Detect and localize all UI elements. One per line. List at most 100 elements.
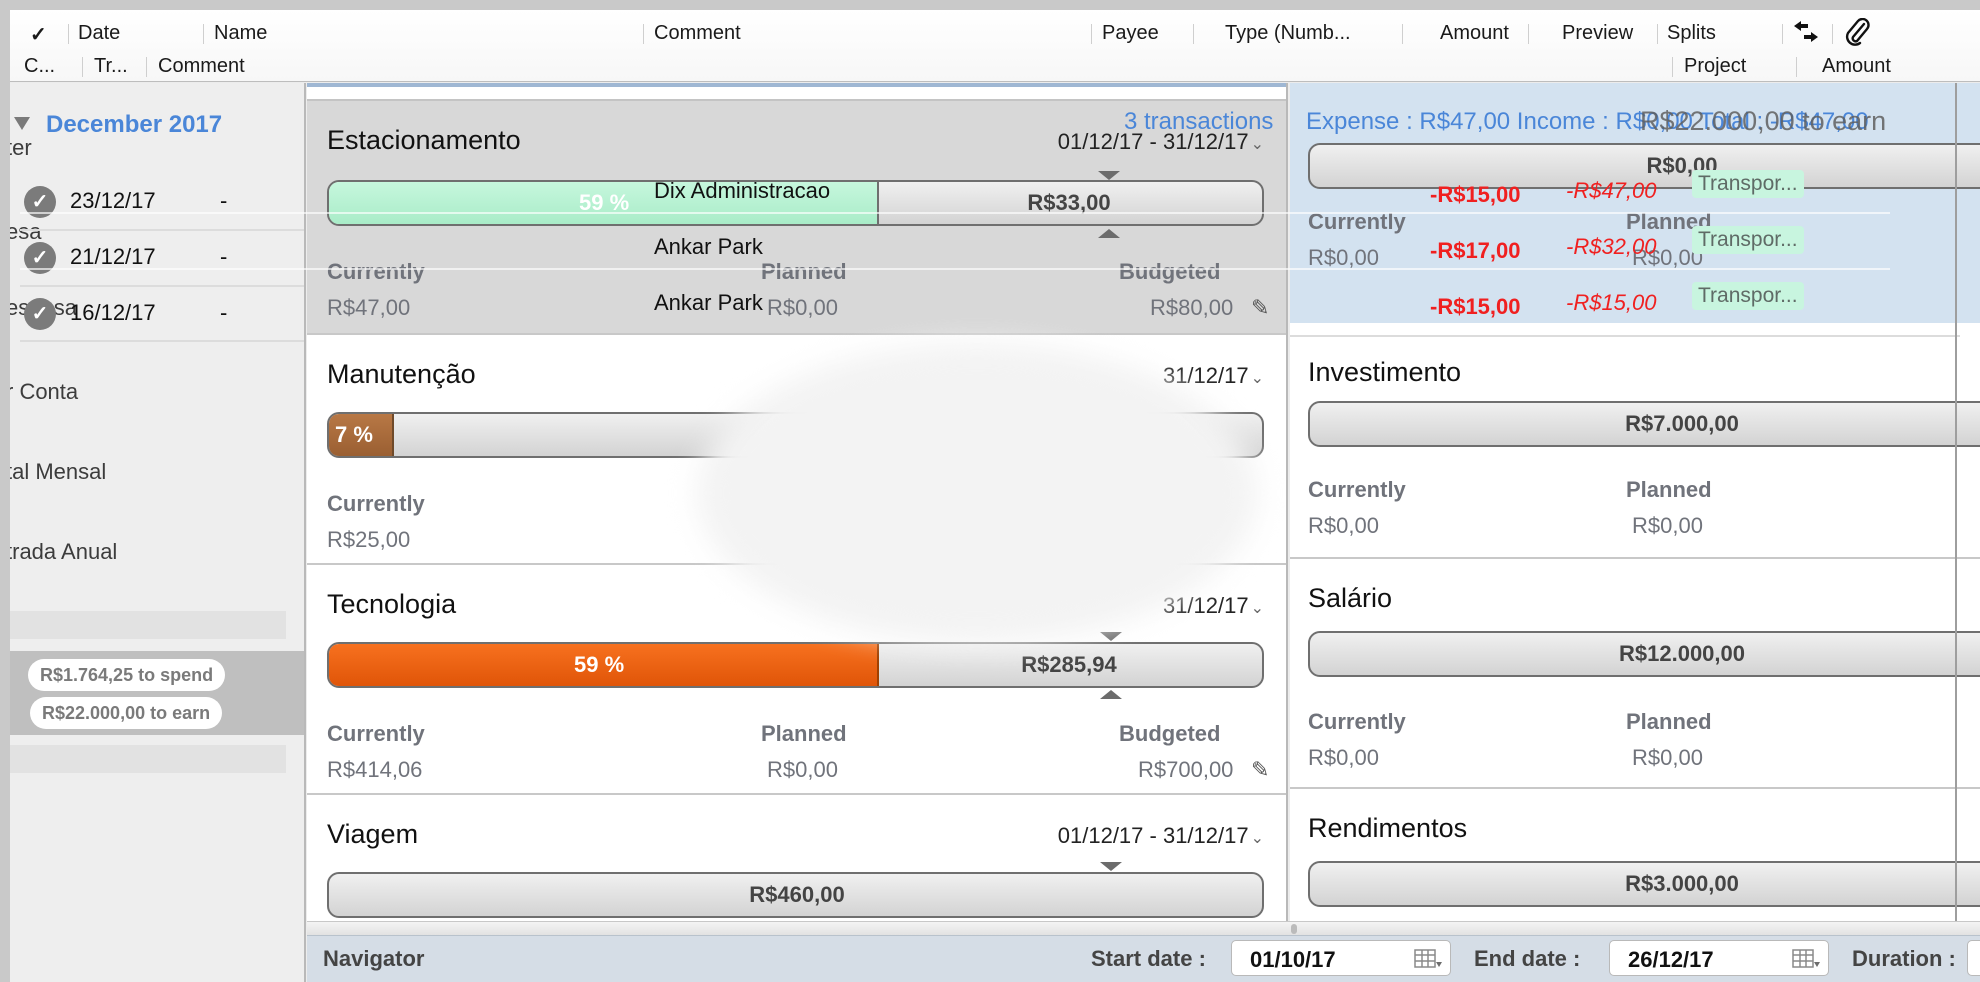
header-transaction-column[interactable]: Tr... xyxy=(94,55,128,78)
column-separator[interactable] xyxy=(1832,24,1833,44)
split-category-tag[interactable]: Transpor... xyxy=(1692,170,1804,198)
calendar-grid-icon[interactable] xyxy=(1414,949,1442,969)
header-comment-column[interactable]: Comment xyxy=(654,22,741,45)
income-card-investimento[interactable]: Investimento R$7.000,00 Currently R$0,00… xyxy=(1290,337,1980,559)
transaction-row[interactable]: ✓ 16/12/17 - xyxy=(20,285,304,339)
pencil-edit-icon[interactable]: ✎ xyxy=(1251,295,1269,321)
column-separator[interactable] xyxy=(1672,57,1673,77)
header-split-comment-column[interactable]: Comment xyxy=(158,55,245,78)
transaction-date: 16/12/17 xyxy=(70,300,156,325)
budget-card-title: Rendimentos xyxy=(1308,813,1468,843)
column-separator[interactable] xyxy=(82,57,83,77)
sidebar-item[interactable]: r Conta xyxy=(10,379,78,405)
expense-budget-panel: Estacionamento 01/12/17 - 31/12/17 ⌄ 59 %… xyxy=(307,83,1288,921)
transaction-date: 23/12/17 xyxy=(70,188,156,213)
budget-marker-bottom xyxy=(1100,690,1122,699)
budget-progress-bar[interactable]: R$7.000,00 xyxy=(1308,401,1980,447)
column-separator[interactable] xyxy=(146,57,147,77)
column-separator[interactable] xyxy=(1091,24,1092,44)
scroll-handle[interactable] xyxy=(1291,924,1297,934)
header-cleared-column[interactable]: ✓ xyxy=(30,22,47,47)
split-category-tag[interactable]: Transpor... xyxy=(1692,282,1804,310)
chevron-down-icon: ⌄ xyxy=(1250,830,1264,847)
sidebar-item[interactable]: tal Mensal xyxy=(10,459,106,485)
to-earn-ghost: R$22.000,00 to earn xyxy=(1640,106,1887,136)
month-group-header[interactable]: December 2017 xyxy=(14,111,222,139)
column-separator[interactable] xyxy=(1193,24,1194,44)
column-separator[interactable] xyxy=(1402,24,1403,44)
column-separator[interactable] xyxy=(203,24,204,44)
split-category-tag[interactable]: Transpor... xyxy=(1692,226,1804,254)
split-payee[interactable]: Ankar Park xyxy=(654,234,763,260)
header-amount-column[interactable]: Amount xyxy=(1440,22,1509,45)
header-split-amount-column[interactable]: Amount xyxy=(1822,55,1891,78)
planned-value: R$0,00 xyxy=(767,295,838,320)
column-separator[interactable] xyxy=(643,24,644,44)
budget-card-viagem[interactable]: Viagem 01/12/17 - 31/12/17 ⌄ R$460,00 xyxy=(307,795,1286,921)
panel-edge xyxy=(1955,83,1957,921)
header-payee-column[interactable]: Payee xyxy=(1102,22,1159,45)
header-splits-column[interactable]: Splits xyxy=(1667,22,1716,45)
transactions-count[interactable]: 3 transactions xyxy=(1124,108,1273,136)
budget-progress-bar[interactable]: R$460,00 xyxy=(327,872,1264,918)
row-divider xyxy=(20,268,1890,270)
budget-marker-top xyxy=(1100,862,1122,871)
transaction-row[interactable]: ✓ 23/12/17 - xyxy=(20,175,304,229)
planned-value: R$0,00 xyxy=(767,757,838,782)
currently-value: R$47,00 xyxy=(327,295,411,320)
budget-progress-bar[interactable]: 59 % R$285,94 xyxy=(327,642,1264,688)
income-card-salario[interactable]: Salário R$12.000,00 Currently R$0,00 Pla… xyxy=(1290,559,1980,789)
remaining-amount: R$12.000,00 xyxy=(1619,641,1745,666)
split-payee[interactable]: Dix Administracao xyxy=(654,178,830,204)
row-divider xyxy=(20,212,1890,214)
budget-progress-bar[interactable]: R$3.000,00 xyxy=(1308,861,1980,907)
currently-value: R$414,06 xyxy=(327,757,423,782)
budgeted-label: Budgeted xyxy=(1119,259,1221,284)
income-budget-panel: R$0,00 Currently R$0,00 Planned R$0,00 I… xyxy=(1290,83,1980,921)
checkmark-circle-icon[interactable]: ✓ xyxy=(24,298,56,330)
planned-value: R$0,00 xyxy=(1632,745,1703,770)
transfer-arrows-icon[interactable] xyxy=(1792,20,1820,50)
budget-card-estacionamento[interactable]: Estacionamento 01/12/17 - 31/12/17 ⌄ 59 %… xyxy=(307,101,1286,335)
sidebar-item[interactable]: trada Anual xyxy=(10,539,117,565)
header-date-column[interactable]: Date xyxy=(78,22,120,45)
disclosure-triangle-icon[interactable] xyxy=(14,117,30,131)
horizontal-scrollbar[interactable] xyxy=(307,921,1980,935)
pencil-edit-icon[interactable]: ✎ xyxy=(1251,757,1269,783)
duration-label: Duration : xyxy=(1852,946,1956,971)
budget-progress-bar[interactable]: R$12.000,00 xyxy=(1308,631,1980,677)
split-payee[interactable]: Ankar Park xyxy=(654,290,763,316)
end-date-value: 26/12/17 xyxy=(1628,947,1714,972)
column-separator[interactable] xyxy=(1657,24,1658,44)
start-date-field[interactable]: 01/10/17 xyxy=(1231,940,1451,976)
income-card-rendimentos[interactable]: Rendimentos R$3.000,00 xyxy=(1290,789,1980,921)
header-preview-column[interactable]: Preview xyxy=(1562,22,1633,45)
chevron-down-icon: ⌄ xyxy=(1250,136,1264,153)
paperclip-icon[interactable] xyxy=(1844,17,1870,52)
header-type-column[interactable]: Type (Numb... xyxy=(1225,22,1351,45)
end-date-field[interactable]: 26/12/17 xyxy=(1609,940,1829,976)
transaction-row[interactable]: ✓ 21/12/17 - xyxy=(20,229,304,283)
budgeted-label: Budgeted xyxy=(1119,721,1221,746)
header-project-column[interactable]: Project xyxy=(1684,55,1746,78)
progress-percent: 7 % xyxy=(335,422,373,447)
divider xyxy=(20,340,304,342)
budget-card-title: Estacionamento xyxy=(327,125,521,155)
remaining-amount: R$7.000,00 xyxy=(1625,411,1739,436)
currently-label: Currently xyxy=(1308,477,1406,502)
transaction-date: 21/12/17 xyxy=(70,244,156,269)
budget-period-selector[interactable]: 31/12/17 ⌄ xyxy=(1163,363,1264,389)
column-separator[interactable] xyxy=(1528,24,1529,44)
column-separator[interactable] xyxy=(1796,57,1797,77)
currently-value: R$0,00 xyxy=(1308,513,1379,538)
split-running-total: -R$15,00 xyxy=(1566,290,1657,315)
budget-period-selector[interactable]: 01/12/17 - 31/12/17 ⌄ xyxy=(1058,823,1264,849)
column-separator[interactable] xyxy=(68,24,69,44)
split-amount: -R$17,00 xyxy=(1430,238,1521,263)
header-name-column[interactable]: Name xyxy=(214,22,267,45)
header-category-column[interactable]: C... xyxy=(24,55,55,78)
calendar-grid-icon[interactable] xyxy=(1792,949,1820,969)
currently-label: Currently xyxy=(327,491,425,516)
column-separator[interactable] xyxy=(1782,24,1783,44)
duration-field[interactable] xyxy=(1967,940,1980,976)
